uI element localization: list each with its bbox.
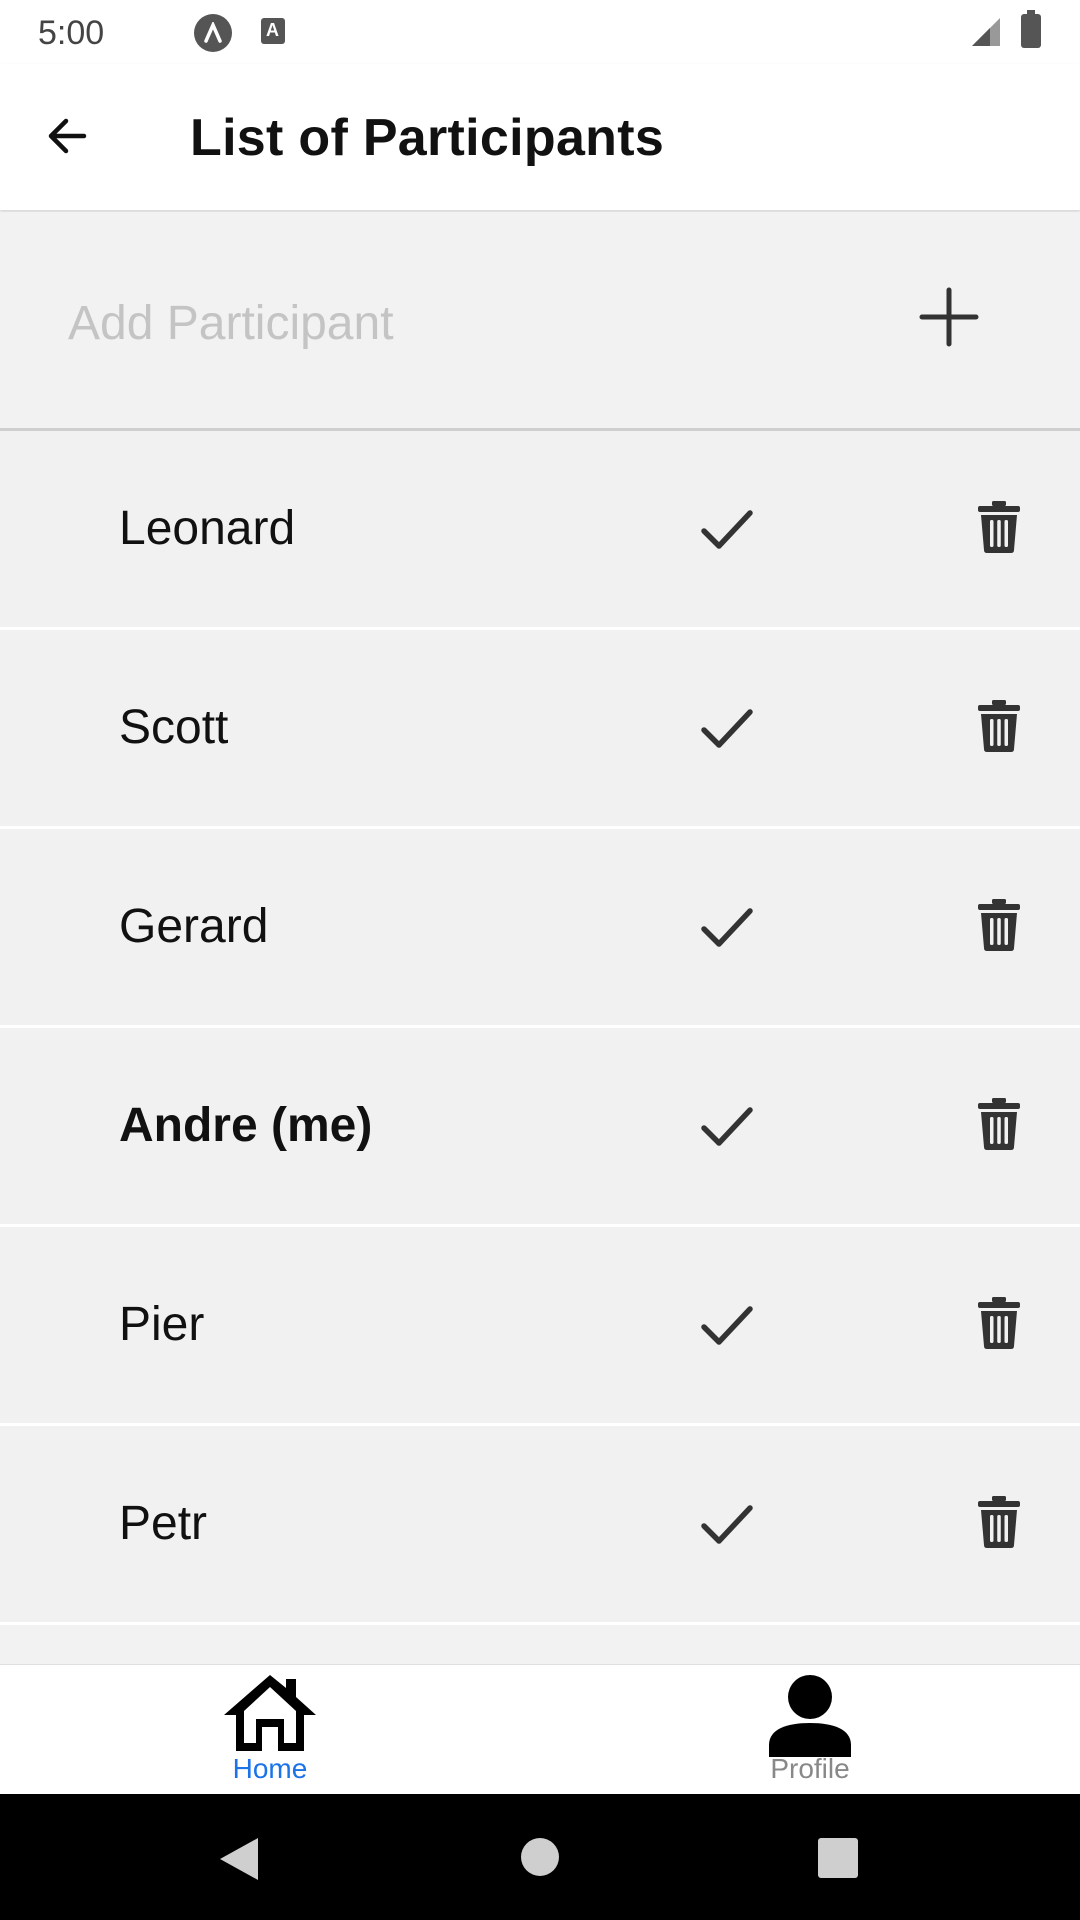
participant-name: Pier: [119, 1298, 205, 1351]
system-recents-icon[interactable]: [818, 1838, 858, 1878]
trash-icon[interactable]: [976, 1297, 1022, 1349]
add-participant-button[interactable]: [918, 286, 980, 348]
signal-icon: [972, 18, 1000, 46]
check-icon[interactable]: [700, 1498, 754, 1552]
participant-name: Gerard: [119, 900, 269, 953]
trash-icon[interactable]: [976, 1496, 1022, 1548]
add-participant-input[interactable]: [66, 292, 770, 354]
system-nav-bar: [0, 1794, 1080, 1920]
participant-row: Andre (me): [0, 1028, 1080, 1227]
check-icon[interactable]: [700, 1100, 754, 1154]
bottom-nav: Home Profile: [0, 1664, 1080, 1795]
page-title: List of Participants: [190, 109, 665, 167]
nav-profile[interactable]: Profile: [540, 1665, 1080, 1795]
system-back-icon[interactable]: [218, 1836, 260, 1882]
home-icon: [224, 1675, 316, 1751]
participant-name: Leonard: [119, 502, 296, 555]
status-time: 5:00: [38, 14, 105, 52]
participant-row: Scott: [0, 630, 1080, 829]
keyboard-notification-icon: A: [261, 18, 285, 44]
check-icon[interactable]: [700, 1299, 754, 1353]
app-notification-icon: [194, 14, 232, 52]
participant-row: Petr: [0, 1426, 1080, 1625]
participant-row: Pier: [0, 1227, 1080, 1426]
participant-name: Petr: [119, 1497, 208, 1550]
check-icon[interactable]: [700, 702, 754, 756]
participant-name: Scott: [119, 701, 229, 754]
app-bar: List of Participants: [0, 64, 1080, 210]
participant-row: Gerard: [0, 829, 1080, 1028]
nav-home[interactable]: Home: [0, 1665, 540, 1795]
trash-icon[interactable]: [976, 700, 1022, 752]
trash-icon[interactable]: [976, 899, 1022, 951]
back-arrow-icon[interactable]: [40, 108, 96, 164]
status-bar: 5:00 A: [0, 0, 1080, 64]
system-home-icon[interactable]: [521, 1838, 559, 1876]
trash-icon[interactable]: [976, 1098, 1022, 1150]
nav-home-label: Home: [232, 1753, 308, 1784]
profile-icon: [769, 1675, 851, 1757]
participant-name: Andre (me): [119, 1099, 373, 1152]
trash-icon[interactable]: [976, 501, 1022, 553]
battery-icon: [1021, 10, 1041, 48]
participant-list: Leonard Scott Gerard Andre (me) Pier Petr: [0, 431, 1080, 1625]
nav-profile-label: Profile: [770, 1753, 850, 1784]
check-icon[interactable]: [700, 901, 754, 955]
participant-row: Leonard: [0, 431, 1080, 630]
check-icon[interactable]: [700, 503, 754, 557]
keyboard-notification-letter: A: [266, 20, 279, 40]
